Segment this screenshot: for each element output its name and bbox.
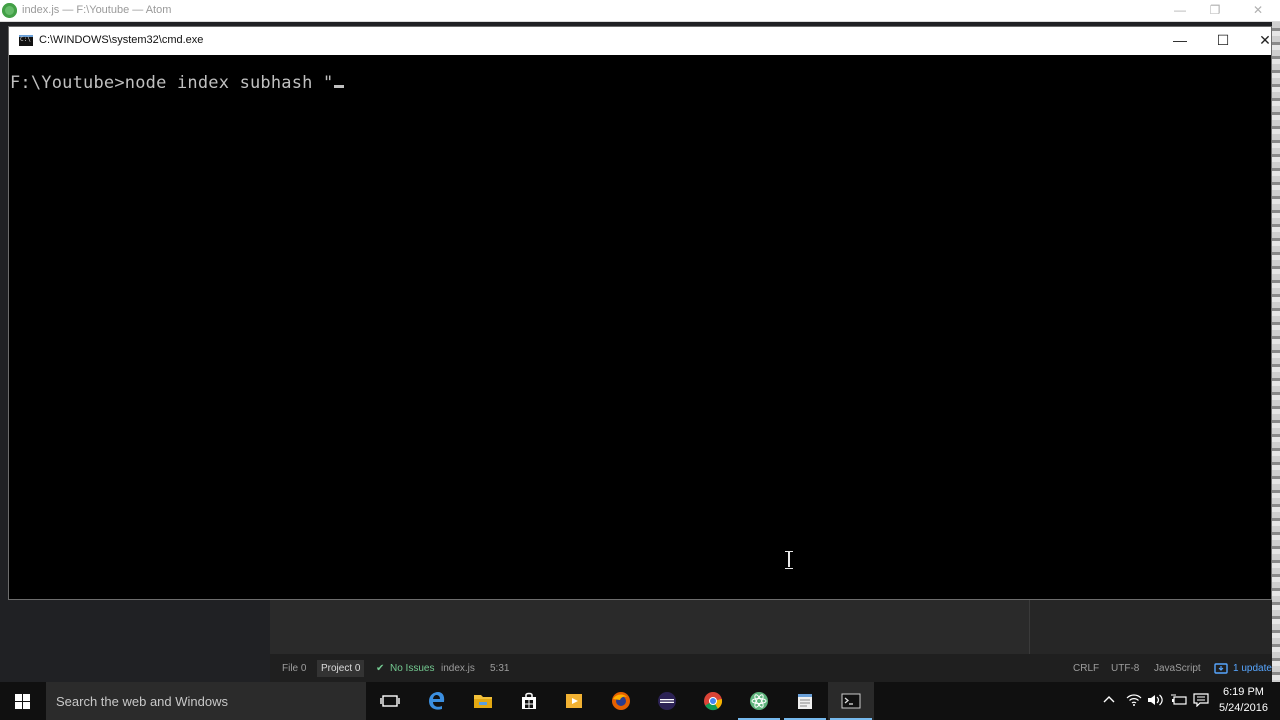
power-button[interactable] [1170,693,1188,710]
check-icon: ✔ [376,663,385,674]
file-explorer-icon [474,695,492,708]
file-explorer-button[interactable] [460,682,506,720]
chevron-up-icon [1103,696,1115,703]
media-player-icon [566,694,582,708]
cmd-console[interactable]: F:\Youtube>node index subhash " [9,55,1271,599]
status-cursor-position[interactable]: 5:31 [490,663,509,674]
cmd-prompt-line: F:\Youtube>node index subhash " [10,73,345,93]
notification-icon [1193,693,1209,708]
firefox-icon [612,692,630,710]
cmd-minimize-button[interactable]: — [1159,27,1201,55]
battery-icon [1171,694,1187,705]
chrome-icon [704,692,723,711]
speaker-icon [1148,694,1163,706]
cmd-taskbar-icon [841,693,861,709]
cmd-icon [19,35,33,46]
search-placeholder: Search the web and Windows [56,694,228,709]
atom-button[interactable] [736,682,782,720]
cmd-command-text: F:\Youtube>node index subhash " [10,73,334,93]
notepad-button[interactable] [782,682,828,720]
task-view-button[interactable] [367,682,413,720]
update-icon [1214,663,1228,677]
atom-close-button[interactable]: ✕ [1236,0,1280,22]
eclipse-button[interactable] [644,682,690,720]
cmd-titlebar[interactable]: C:\WINDOWS\system32\cmd.exe — ☐ ✕ [9,27,1271,55]
atom-restore-button[interactable]: ❐ [1193,0,1237,22]
volume-button[interactable] [1147,693,1165,710]
status-encoding[interactable]: UTF-8 [1111,663,1139,674]
start-button[interactable] [0,682,46,720]
text-cursor [334,85,345,88]
atom-icon [750,692,768,710]
atom-status-bar: File 0 Project 0 ✔ No Issues index.js 5:… [270,654,1272,682]
store-icon [522,692,536,709]
atom-titlebar: index.js — F:\Youtube — Atom — ❐ ✕ [0,0,1280,22]
atom-bottom-panel [270,600,1030,654]
chrome-button[interactable] [690,682,736,720]
windows-logo-icon [15,694,31,709]
notepad-icon [798,694,812,709]
atom-bottom-panel-right [1030,600,1272,654]
wifi-icon [1126,694,1142,706]
edge-icon [429,692,445,710]
media-player-button[interactable] [551,682,597,720]
cmd-window-title: C:\WINDOWS\system32\cmd.exe [39,34,204,46]
status-update[interactable]: 1 update [1233,663,1272,674]
store-button[interactable] [506,682,552,720]
cmd-maximize-button[interactable]: ☐ [1202,27,1244,55]
eclipse-icon [658,692,676,710]
cmd-button[interactable] [828,682,874,720]
cmd-window: C:\WINDOWS\system32\cmd.exe — ☐ ✕ F:\You… [8,26,1272,600]
show-hidden-icons-button[interactable] [1102,693,1116,710]
firefox-button[interactable] [598,682,644,720]
taskbar-search-box[interactable]: Search the web and Windows [46,682,366,720]
status-project-count[interactable]: Project 0 [317,660,365,677]
clock-time[interactable]: 6:19 PM [1223,686,1264,698]
network-button[interactable] [1126,693,1142,710]
task-view-icon [380,695,400,707]
status-issues[interactable]: No Issues [390,663,434,674]
status-line-ending[interactable]: CRLF [1073,663,1099,674]
taskbar: Search the web and Windows 6:19 PM 5/24/… [0,682,1280,720]
cmd-close-button[interactable]: ✕ [1244,27,1280,55]
ibeam-cursor-icon [785,551,793,569]
action-center-button[interactable] [1193,693,1209,710]
clock-date[interactable]: 5/24/2016 [1219,702,1268,714]
status-file-count[interactable]: File 0 [282,663,306,674]
atom-logo-icon [2,3,17,18]
status-grammar[interactable]: JavaScript [1154,663,1201,674]
atom-window-title: index.js — F:\Youtube — Atom [22,4,172,16]
edge-button[interactable] [414,682,460,720]
atom-minimap-edge [1272,22,1280,682]
status-filename[interactable]: index.js [441,663,475,674]
